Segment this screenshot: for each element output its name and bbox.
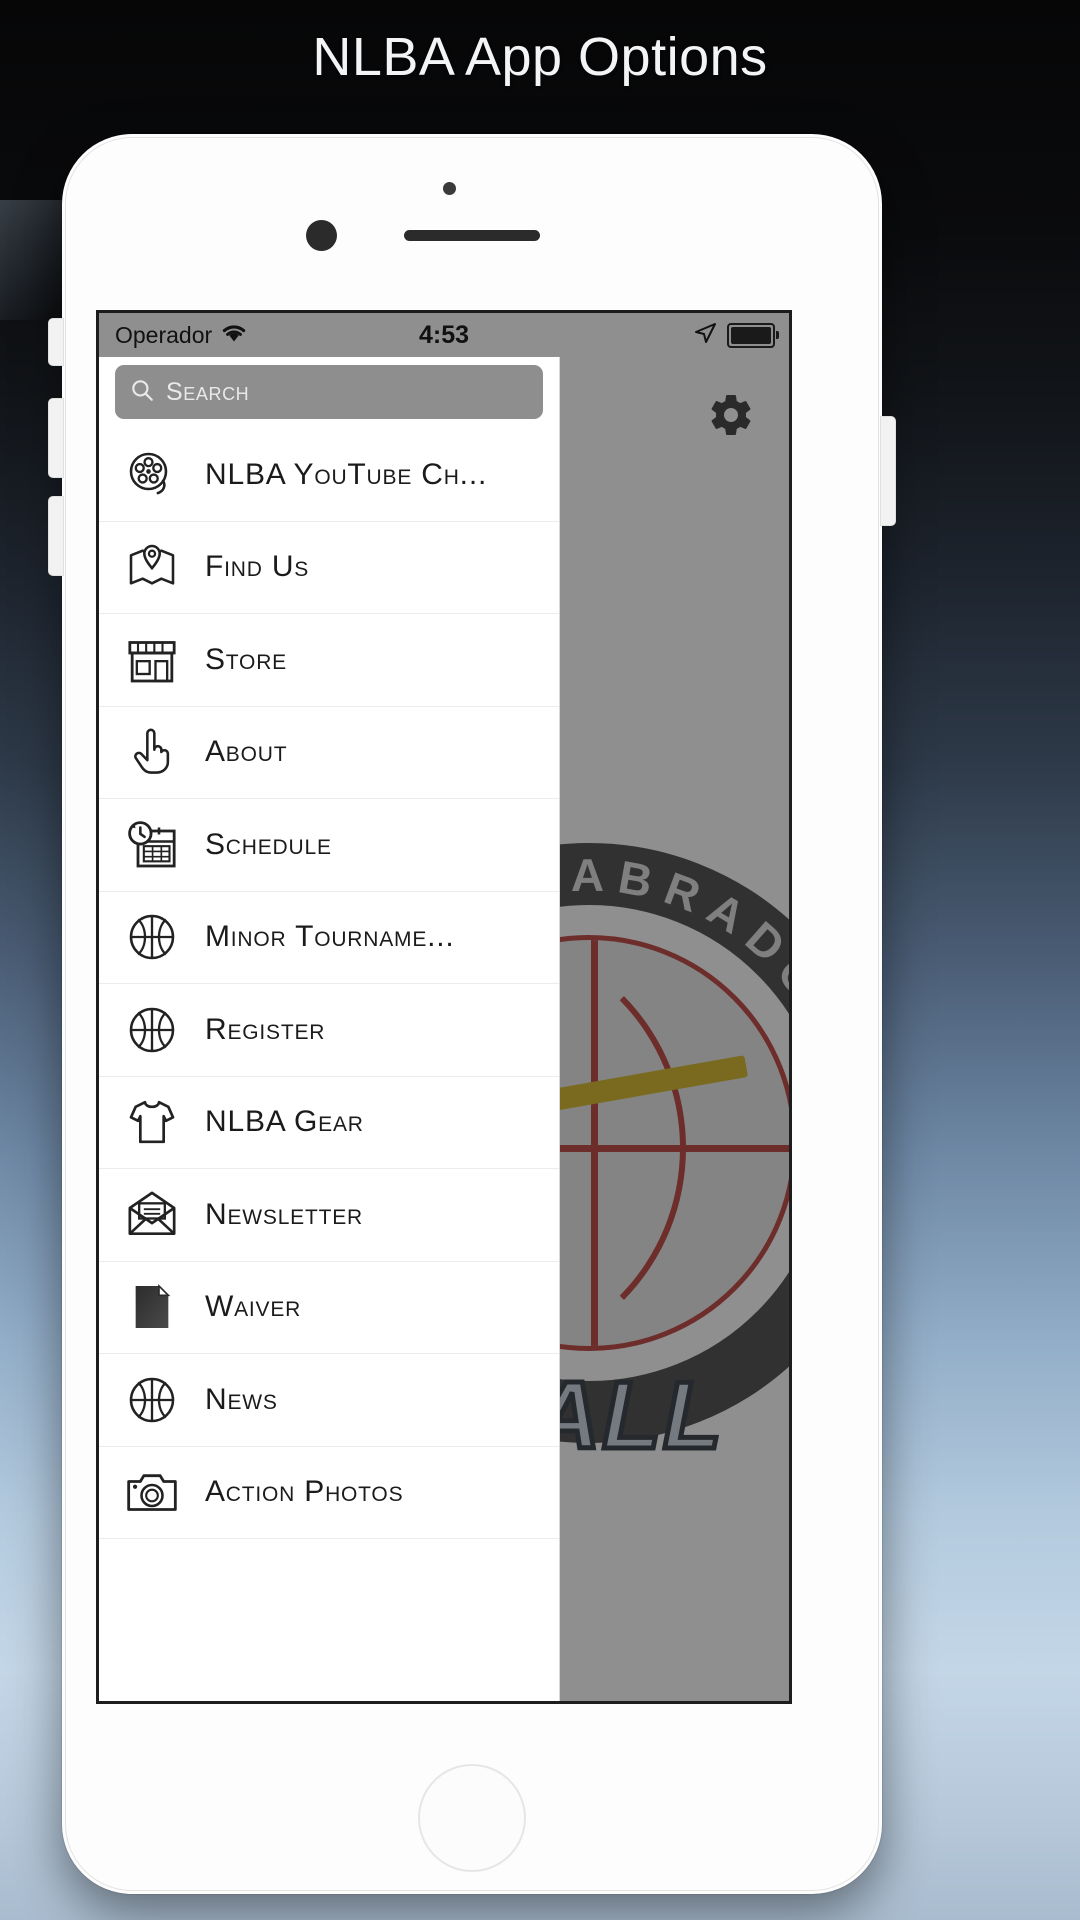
power-button[interactable] [880, 416, 896, 526]
calendar-clock-icon [121, 814, 183, 876]
pointing-hand-icon [121, 721, 183, 783]
menu-item-youtube[interactable]: NLBA YouTube Ch... [99, 429, 559, 522]
basketball-icon [121, 1369, 183, 1431]
menu-item-find-us[interactable]: Find Us [99, 522, 559, 614]
page-title: NLBA App Options [312, 27, 768, 87]
home-button[interactable] [418, 1764, 526, 1872]
film-reel-icon [121, 444, 183, 506]
gear-icon[interactable] [707, 391, 755, 439]
menu-item-register[interactable]: Register [99, 984, 559, 1077]
map-pin-icon [121, 536, 183, 598]
search-icon [129, 377, 155, 408]
menu-item-label: Find Us [205, 550, 310, 584]
proximity-sensor [443, 182, 456, 195]
menu-item-label: About [205, 735, 288, 769]
front-camera [306, 220, 337, 251]
battery-full-icon [727, 322, 779, 348]
storefront-icon [121, 629, 183, 691]
menu-item-label: News [205, 1382, 278, 1416]
camera-icon [121, 1461, 183, 1523]
side-drawer-menu: Search NLBA YouTube Ch... Find Us Store … [99, 357, 560, 1701]
menu-item-action-photos[interactable]: Action Photos [99, 1447, 559, 1539]
menu-item-label: NLBA Gear [205, 1105, 364, 1139]
search-row: Search [99, 357, 559, 429]
search-placeholder: Search [166, 377, 250, 406]
status-bar: Operador 4:53 [99, 313, 789, 357]
basketball-icon [121, 906, 183, 968]
earpiece-speaker [404, 230, 540, 241]
menu-item-about[interactable]: About [99, 707, 559, 799]
status-bar-right [693, 313, 779, 357]
menu-item-news[interactable]: News [99, 1354, 559, 1447]
menu-item-label: NLBA YouTube Ch... [205, 457, 488, 491]
phone-screen: O & LABRADOR TBALL Operador [96, 310, 792, 1704]
menu-list: NLBA YouTube Ch... Find Us Store About S… [99, 429, 559, 1539]
search-input[interactable]: Search [115, 365, 543, 419]
menu-item-label: Minor Tourname... [205, 920, 455, 954]
volume-down-button[interactable] [48, 496, 64, 576]
menu-item-label: Waiver [205, 1290, 302, 1324]
menu-item-waiver[interactable]: Waiver [99, 1262, 559, 1354]
menu-item-newsletter[interactable]: Newsletter [99, 1169, 559, 1262]
menu-item-nlba-gear[interactable]: NLBA Gear [99, 1077, 559, 1169]
phone-mockup: O & LABRADOR TBALL Operador [48, 134, 896, 1894]
location-arrow-icon [693, 321, 717, 350]
menu-item-label: Action Photos [205, 1475, 404, 1509]
menu-item-label: Register [205, 1012, 326, 1046]
menu-item-label: Schedule [205, 827, 332, 861]
basketball-icon [121, 999, 183, 1061]
status-bar-time: 4:53 [418, 320, 470, 349]
menu-item-store[interactable]: Store [99, 614, 559, 707]
volume-up-button[interactable] [48, 398, 64, 478]
menu-item-minor-tournament[interactable]: Minor Tourname... [99, 892, 559, 984]
tshirt-icon [121, 1091, 183, 1153]
document-icon [121, 1276, 183, 1338]
menu-item-label: Newsletter [205, 1197, 364, 1231]
menu-item-label: Store [205, 642, 287, 676]
mute-switch[interactable] [48, 318, 64, 366]
menu-item-schedule[interactable]: Schedule [99, 799, 559, 892]
envelope-open-icon [121, 1184, 183, 1246]
